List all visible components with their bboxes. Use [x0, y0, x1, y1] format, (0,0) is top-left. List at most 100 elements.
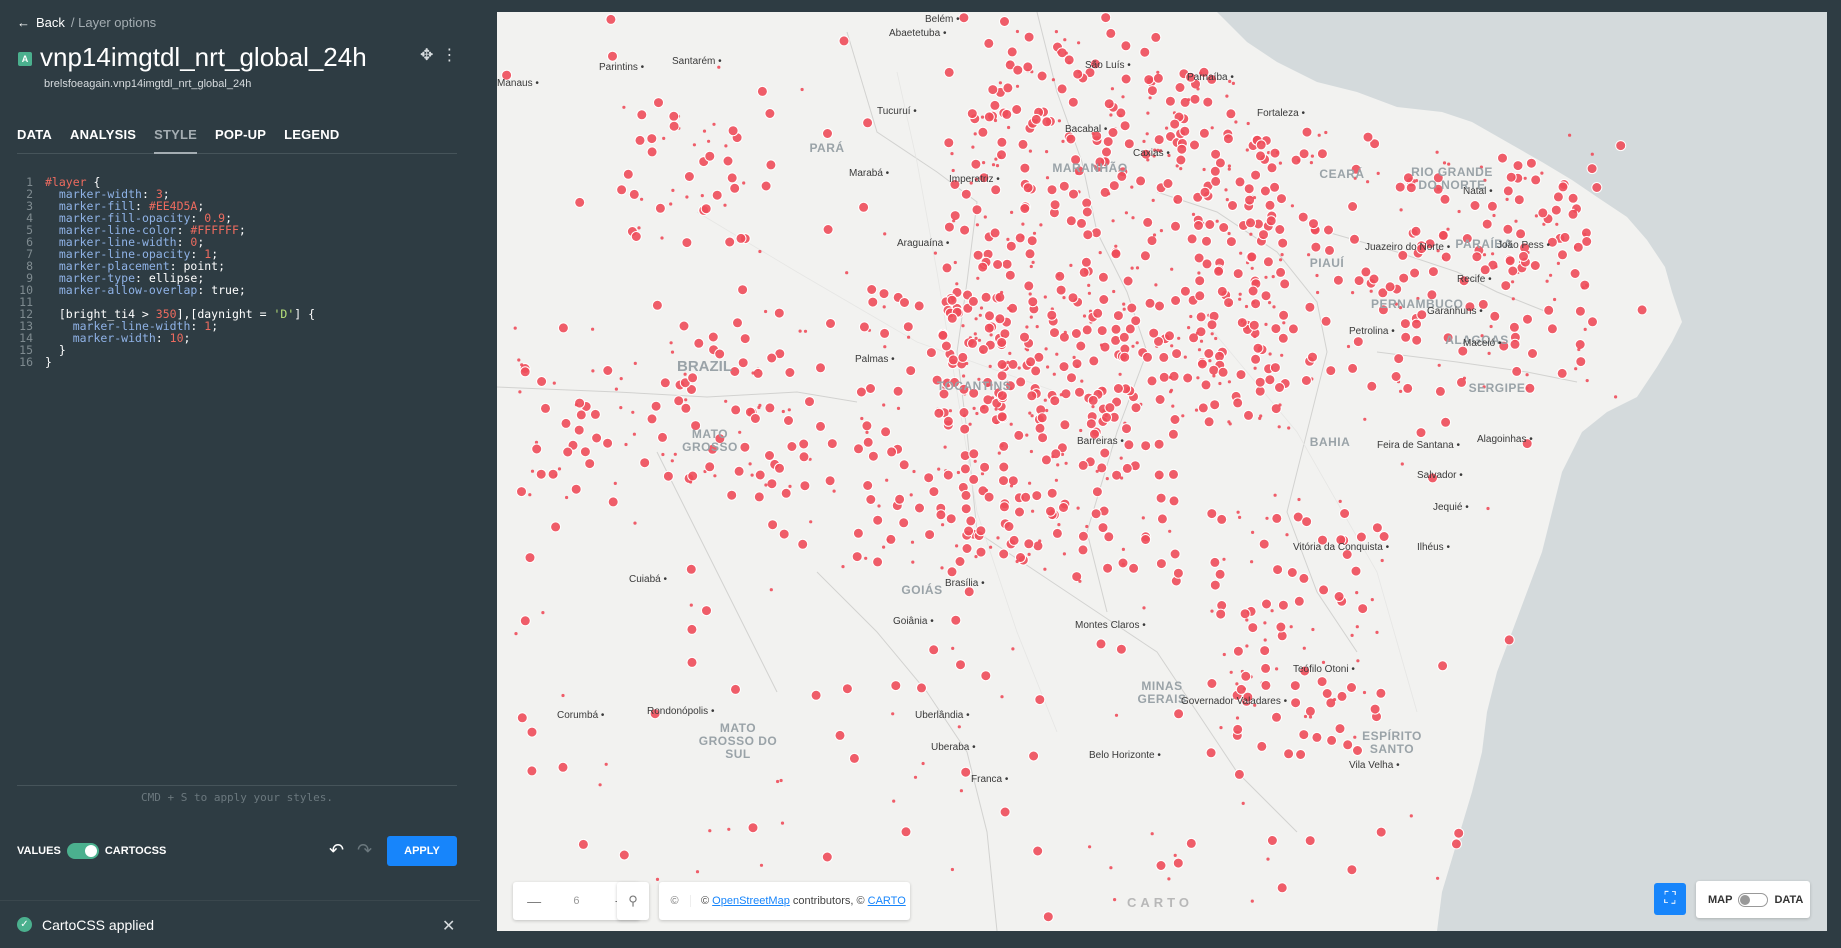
- back-link[interactable]: ← Back / Layer options: [17, 15, 156, 30]
- fire-marker[interactable]: [1099, 343, 1104, 347]
- fire-marker[interactable]: [742, 181, 746, 185]
- fire-marker[interactable]: [899, 297, 910, 308]
- fire-marker[interactable]: [1059, 419, 1071, 431]
- fire-marker[interactable]: [961, 543, 973, 554]
- fire-marker[interactable]: [1302, 646, 1306, 650]
- fire-marker[interactable]: [1146, 235, 1158, 247]
- fire-marker[interactable]: [822, 128, 833, 139]
- fire-marker[interactable]: [547, 468, 559, 480]
- fire-marker[interactable]: [1529, 260, 1541, 271]
- fire-marker[interactable]: [925, 347, 937, 359]
- fire-marker[interactable]: [1025, 356, 1037, 368]
- fire-marker[interactable]: [1069, 263, 1073, 267]
- fire-marker[interactable]: [1415, 427, 1427, 439]
- fire-marker[interactable]: [1203, 348, 1215, 359]
- fire-marker[interactable]: [1121, 95, 1125, 99]
- fire-marker[interactable]: [955, 544, 959, 548]
- fire-marker[interactable]: [841, 683, 853, 695]
- fire-marker[interactable]: [1021, 235, 1025, 239]
- fire-marker[interactable]: [804, 396, 815, 408]
- fire-marker[interactable]: [660, 236, 664, 240]
- fire-marker[interactable]: [654, 202, 666, 214]
- fire-marker[interactable]: [1107, 127, 1119, 138]
- fire-marker[interactable]: [1077, 544, 1089, 556]
- fire-marker[interactable]: [1209, 556, 1221, 568]
- fire-marker[interactable]: [732, 317, 743, 329]
- fire-marker[interactable]: [1213, 265, 1225, 277]
- fire-marker[interactable]: [1246, 121, 1250, 126]
- fire-marker[interactable]: [1209, 399, 1221, 411]
- fire-marker[interactable]: [1308, 218, 1319, 230]
- fire-marker[interactable]: [1317, 133, 1321, 137]
- fire-marker[interactable]: [1045, 505, 1056, 517]
- fire-marker[interactable]: [965, 361, 969, 366]
- fire-marker[interactable]: [1170, 295, 1182, 306]
- fire-marker[interactable]: [1210, 609, 1214, 613]
- fire-marker[interactable]: [695, 870, 700, 874]
- fire-marker[interactable]: [1015, 84, 1020, 88]
- fire-marker[interactable]: [1070, 328, 1082, 339]
- fire-marker[interactable]: [933, 407, 945, 419]
- fire-marker[interactable]: [1591, 182, 1603, 193]
- fire-marker[interactable]: [1010, 210, 1014, 214]
- fire-marker[interactable]: [1307, 351, 1318, 363]
- fire-marker[interactable]: [1235, 716, 1240, 720]
- fire-marker[interactable]: [1204, 219, 1216, 230]
- fire-marker[interactable]: [905, 365, 917, 377]
- fire-marker[interactable]: [924, 529, 936, 541]
- fire-marker[interactable]: [1187, 98, 1191, 102]
- fire-marker[interactable]: [1135, 341, 1139, 345]
- fire-marker[interactable]: [560, 417, 572, 429]
- fire-marker[interactable]: [1248, 319, 1260, 331]
- fire-marker[interactable]: [1040, 454, 1052, 466]
- fire-marker[interactable]: [1025, 325, 1029, 329]
- fire-marker[interactable]: [1324, 130, 1328, 135]
- fire-marker[interactable]: [1156, 70, 1160, 74]
- fire-marker[interactable]: [1264, 275, 1268, 279]
- fire-marker[interactable]: [990, 396, 995, 400]
- fire-marker[interactable]: [1453, 827, 1465, 839]
- fire-marker[interactable]: [1513, 194, 1525, 206]
- fire-marker[interactable]: [1446, 227, 1450, 231]
- fire-marker[interactable]: [1179, 167, 1183, 171]
- fire-marker[interactable]: [1095, 469, 1099, 473]
- fire-marker[interactable]: [954, 556, 966, 567]
- fire-marker[interactable]: [1346, 682, 1357, 693]
- fire-marker[interactable]: [668, 110, 680, 122]
- fire-marker[interactable]: [1325, 365, 1337, 377]
- fire-marker[interactable]: [1310, 154, 1314, 158]
- search-icon[interactable]: ⚲: [617, 882, 649, 920]
- fire-marker[interactable]: [1105, 477, 1109, 481]
- fire-marker[interactable]: [613, 481, 617, 485]
- fire-marker[interactable]: [1486, 506, 1490, 511]
- fire-marker[interactable]: [1028, 481, 1032, 485]
- fire-marker[interactable]: [1104, 402, 1116, 414]
- fire-marker[interactable]: [692, 143, 696, 147]
- fire-marker[interactable]: [1091, 486, 1103, 498]
- fire-marker[interactable]: [1042, 911, 1054, 923]
- fire-marker[interactable]: [963, 525, 975, 537]
- fire-marker[interactable]: [723, 203, 727, 207]
- fire-marker[interactable]: [882, 403, 886, 407]
- fire-marker[interactable]: [1249, 232, 1253, 236]
- fire-marker[interactable]: [977, 261, 989, 273]
- fire-marker[interactable]: [1210, 126, 1214, 130]
- fire-marker[interactable]: [1569, 268, 1581, 279]
- fire-marker[interactable]: [565, 495, 569, 500]
- fire-marker[interactable]: [574, 397, 586, 409]
- fire-marker[interactable]: [1031, 509, 1035, 513]
- fire-marker[interactable]: [1511, 365, 1523, 377]
- fire-marker[interactable]: [1196, 87, 1200, 91]
- fire-marker[interactable]: [577, 838, 589, 850]
- fire-marker[interactable]: [1152, 233, 1157, 237]
- fire-marker[interactable]: [704, 150, 716, 162]
- fire-marker[interactable]: [1482, 253, 1487, 257]
- fire-marker[interactable]: [1271, 512, 1283, 524]
- fire-marker[interactable]: [973, 459, 977, 463]
- fire-marker[interactable]: [1100, 12, 1112, 24]
- fire-marker[interactable]: [1011, 104, 1023, 115]
- fire-marker[interactable]: [1511, 297, 1515, 301]
- fire-marker[interactable]: [1255, 139, 1267, 151]
- fire-marker[interactable]: [780, 821, 785, 825]
- fire-marker[interactable]: [1167, 877, 1171, 881]
